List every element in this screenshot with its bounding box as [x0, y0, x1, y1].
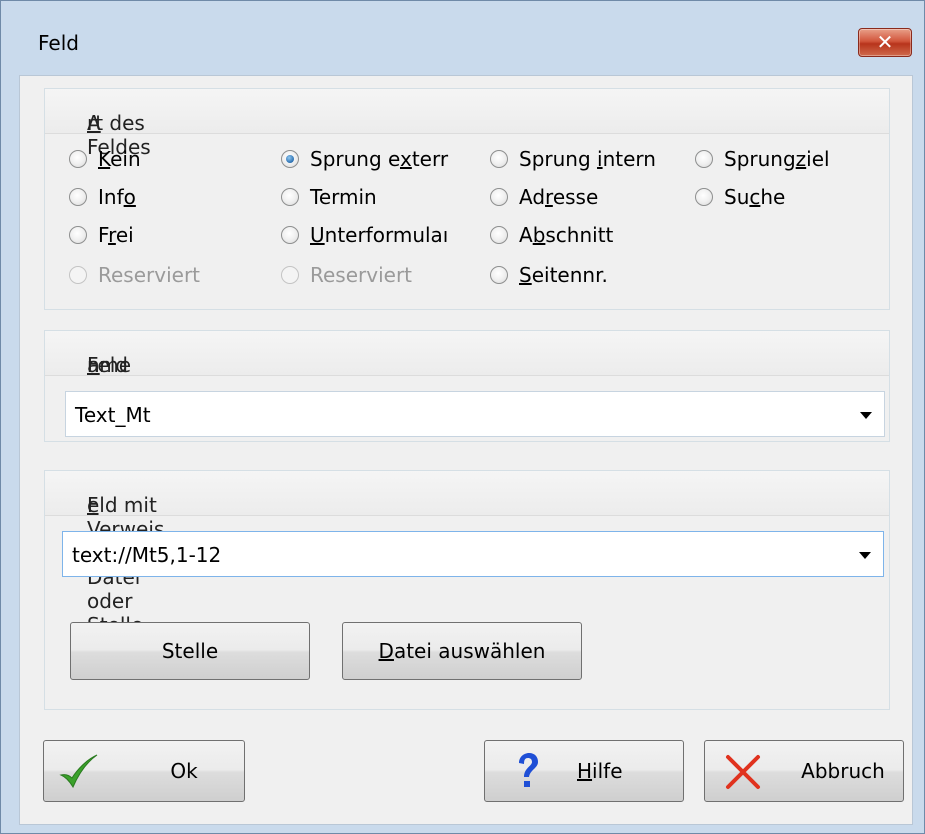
- radio-label: Kein: [98, 147, 141, 171]
- window-title: Feld: [38, 31, 79, 55]
- abbruch-label: Abbruch: [801, 759, 885, 783]
- datei-auswaehlen-button[interactable]: Datei auswählen: [342, 622, 582, 680]
- feldname-combobox[interactable]: Text_Mt: [65, 391, 885, 437]
- radio-frei[interactable]: Frei: [69, 221, 274, 249]
- stelle-button-label: Stelle: [161, 639, 219, 663]
- radio-sprung-intern[interactable]: Sprung intern: [490, 145, 690, 173]
- close-button[interactable]: ✕: [858, 28, 912, 57]
- radio-circle-icon[interactable]: [69, 188, 87, 206]
- radio-label: Info: [98, 185, 136, 209]
- radio-label: Sprungziel: [724, 147, 830, 171]
- checkmark-icon: [59, 754, 98, 789]
- radio-suche[interactable]: Suche: [695, 183, 875, 211]
- radio-kein[interactable]: Kein: [69, 145, 274, 173]
- radio-label: Unterformulaı: [310, 223, 449, 247]
- radio-abschnitt[interactable]: Abschnitt: [490, 221, 690, 249]
- radio-circle-icon[interactable]: [69, 226, 87, 244]
- radio-circle-icon: [281, 266, 299, 284]
- radio-circle-icon[interactable]: [281, 226, 299, 244]
- feldname-header: Feld n ame: [45, 331, 889, 377]
- radio-label: Adresse: [519, 185, 599, 209]
- radio-seitennr[interactable]: Seitennr.: [490, 261, 690, 289]
- verweis-combobox[interactable]: text://Mt5,1-12: [62, 531, 884, 577]
- radio-label: Frei: [98, 223, 134, 247]
- radio-reserviert-1: Reserviert: [69, 261, 274, 289]
- radio-label: Seitennr.: [519, 263, 608, 287]
- radio-circle-icon[interactable]: [490, 226, 508, 244]
- art-des-feldes-header: Art des Feldes: [45, 89, 889, 159]
- radio-circle-icon[interactable]: [490, 150, 508, 168]
- verweis-header: Feld mit Verweis auf Datei oder Stelle: [45, 471, 889, 637]
- question-icon: [519, 753, 538, 787]
- radio-circle-icon[interactable]: [281, 188, 299, 206]
- datei-auswaehlen-label: Datei auswählen: [378, 639, 546, 663]
- radio-adresse[interactable]: Adresse: [490, 183, 690, 211]
- radio-info[interactable]: Info: [69, 183, 274, 211]
- radio-sprungziel[interactable]: Sprungziel: [695, 145, 875, 173]
- radio-circle-icon[interactable]: [69, 150, 87, 168]
- radio-label: Suche: [724, 185, 786, 209]
- dialog-window: Feld ✕ Art des Feldes Kein Sprung exterr S…: [0, 0, 925, 834]
- radio-label: Sprung intern: [519, 147, 656, 171]
- ok-label: Ok: [170, 759, 198, 783]
- radio-circle-icon[interactable]: [695, 188, 713, 206]
- stelle-button[interactable]: Stelle: [70, 622, 310, 680]
- cross-icon: [726, 755, 760, 789]
- radio-unterformular[interactable]: Unterformulaı: [281, 221, 486, 249]
- feldname-value: Text_Mt: [75, 403, 151, 427]
- radio-circle-icon[interactable]: [281, 150, 299, 168]
- dropdown-arrow-icon[interactable]: [860, 412, 872, 419]
- feldname-group: Feld n ame Text_Mt: [44, 330, 890, 442]
- abbruch-button[interactable]: Abbruch: [704, 740, 904, 802]
- radio-label: Reserviert: [98, 263, 201, 287]
- radio-circle-icon[interactable]: [695, 150, 713, 168]
- radio-label: Sprung exterr: [310, 147, 449, 171]
- art-des-feldes-group: Art des Feldes Kein Sprung exterr Sprung i…: [44, 88, 890, 310]
- verweis-value: text://Mt5,1-12: [72, 543, 222, 567]
- radio-termin[interactable]: Termin: [281, 183, 486, 211]
- dropdown-arrow-icon[interactable]: [859, 552, 871, 559]
- radio-label: Reserviert: [310, 263, 413, 287]
- radio-label: Termin: [310, 185, 377, 209]
- radio-circle-icon[interactable]: [490, 266, 508, 284]
- dialog-client-area: Art des Feldes Kein Sprung exterr Sprung i…: [19, 75, 913, 825]
- radio-sprung-extern[interactable]: Sprung exterr: [281, 145, 486, 173]
- radio-label: Abschnitt: [519, 223, 614, 247]
- hilfe-button[interactable]: Hilfe: [484, 740, 684, 802]
- close-icon: ✕: [876, 30, 894, 54]
- hilfe-label: Hilfe: [577, 759, 623, 783]
- verweis-group: Feld mit Verweis auf Datei oder Stelle t…: [44, 470, 890, 710]
- ok-button[interactable]: Ok: [43, 740, 245, 802]
- radio-circle-icon: [69, 266, 87, 284]
- radio-circle-icon[interactable]: [490, 188, 508, 206]
- radio-reserviert-2: Reserviert: [281, 261, 486, 289]
